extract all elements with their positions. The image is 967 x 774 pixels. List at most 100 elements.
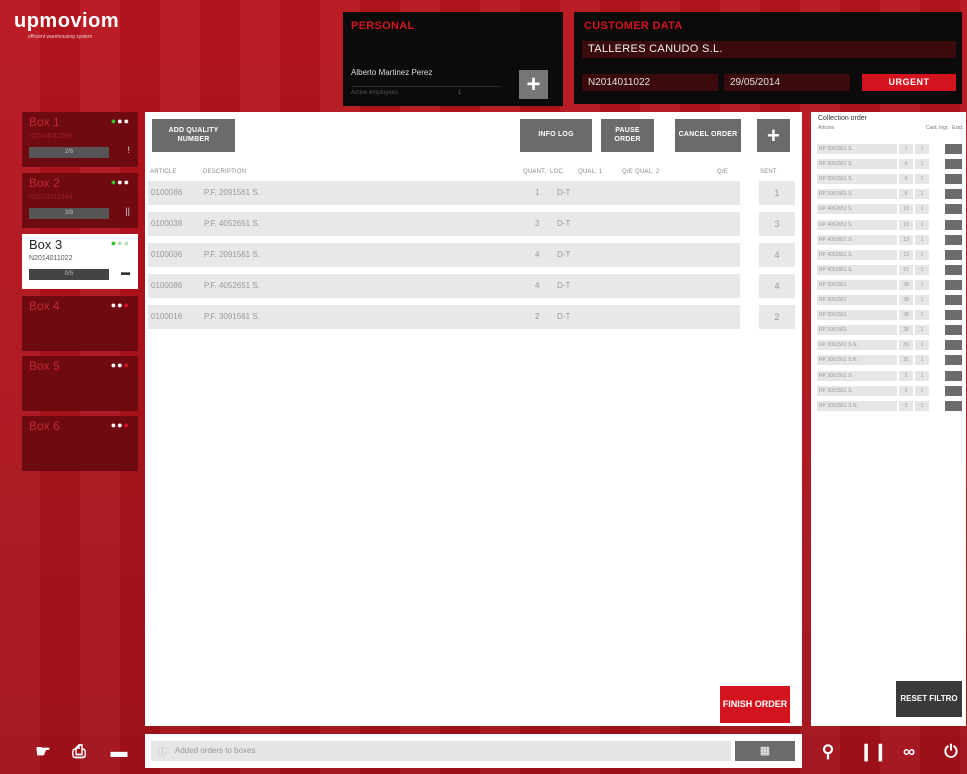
sent-button[interactable]: 3 <box>759 212 795 236</box>
collection-row[interactable]: RP 4052651 S. 21 1 <box>817 264 962 276</box>
calendar-button[interactable]: ▦ <box>735 741 795 761</box>
box-card-2[interactable]: Box 2 ●●● N2014011048 3/8 || <box>22 173 138 228</box>
table-row[interactable]: 0100016 P.F. 3091561 S. 2 D-T <box>148 305 740 329</box>
box-name: Box 2 <box>29 176 60 190</box>
collection-state <box>945 340 962 351</box>
link-icon[interactable]: ∞ <box>896 739 922 765</box>
collection-title: Collection order <box>818 115 868 122</box>
collection-column-header: Cant. <box>926 125 938 131</box>
collection-state <box>945 249 962 260</box>
sent-button[interactable]: 2 <box>759 305 795 329</box>
collection-cell: RP 4052651 S. <box>817 219 897 230</box>
collection-cell: 1 <box>915 325 929 336</box>
table-row[interactable]: 0100038 P.F. 4052651 S. 3 D-T <box>148 212 740 236</box>
personal-divider <box>351 86 501 87</box>
collection-row[interactable]: RP 3091561 S.N. 30 1 <box>817 340 962 351</box>
collection-cell: 1 <box>915 189 929 200</box>
collection-state <box>945 279 962 290</box>
collection-cell: RP 4052651 S. <box>817 249 897 260</box>
sent-button[interactable]: 4 <box>759 274 795 298</box>
box-card-1[interactable]: Box 1 ●●● N2014011006 2/6! <box>22 112 138 167</box>
collection-row[interactable]: RP 3091561 S. 8 1 <box>817 174 962 185</box>
collection-cell: RP 3091561 <box>817 310 897 321</box>
sent-button[interactable]: 1 <box>759 181 795 205</box>
collection-row[interactable]: RP 4052651 S. 13 1 <box>817 204 962 215</box>
collection-cell: 28 <box>899 310 913 321</box>
box-progress: 2/6 <box>29 147 109 158</box>
collection-row[interactable]: RP 3091561 S. 6 1 <box>817 159 962 170</box>
box-card-6[interactable]: Box 6 ●●● <box>22 416 138 471</box>
box-state-icon: || <box>125 206 130 216</box>
collection-row[interactable]: RP 3091561 28 1 <box>817 295 962 306</box>
collection-cell: 3 <box>899 385 913 396</box>
collection-row[interactable]: RP 3091561 28 1 <box>817 310 962 321</box>
pause-icon[interactable]: ❙❙ <box>859 739 888 765</box>
power-icon[interactable]: ⏻ <box>938 739 964 765</box>
add-employee-button[interactable]: + <box>519 70 548 99</box>
collection-row[interactable]: RP 3091561 S.N. 3 1 <box>817 400 962 412</box>
status-dot-icon: ● <box>123 238 130 248</box>
collection-row[interactable]: RP 3091561 S.N. 31 1 <box>817 355 962 366</box>
hand-pointer-icon[interactable]: ☛ <box>30 739 56 765</box>
collection-row[interactable]: RP 3091561 28 1 <box>817 325 962 336</box>
search-icon[interactable]: ⚲ <box>815 739 841 765</box>
box-card-3[interactable]: Box 3 ●●● N2014011022 0/5 ▬ <box>22 234 138 289</box>
cell-loc: D-T <box>557 188 571 197</box>
collection-state <box>945 159 962 170</box>
collection-cell: 1 <box>915 174 929 185</box>
box-state-icon: ▬ <box>121 267 130 277</box>
collection-cell: RP 3091561 S. <box>817 189 897 200</box>
collection-cell: 1 <box>915 219 929 230</box>
collection-row[interactable]: RP 3091561 S. 1 1 <box>817 144 962 155</box>
collection-state <box>945 400 962 411</box>
collection-row[interactable]: RP 3091561 S. 3 1 <box>817 370 962 382</box>
collection-cell: RP 4052651 S. <box>817 264 897 275</box>
pause-order-button[interactable]: PAUSE ORDER <box>601 119 654 152</box>
box-card-4[interactable]: Box 4 ●●● <box>22 296 138 351</box>
customer-panel: CUSTOMER DATA TALLERES CANUDO S.L. N2014… <box>574 12 962 104</box>
collection-cell: RP 3091561 <box>817 325 897 336</box>
cancel-order-button[interactable]: CANCEL ORDER <box>675 119 741 152</box>
cell-article: 0100038 <box>151 219 183 228</box>
collection-row[interactable]: RP 4052651 S. 13 1 <box>817 249 962 261</box>
collection-state <box>945 234 962 245</box>
collection-cell: RP 3091561 S.N. <box>817 355 897 366</box>
box-name: Box 4 <box>29 299 60 313</box>
cell-description: P.F. 4052651 S. <box>204 219 260 228</box>
collection-row[interactable]: RP 3091561 28 1 <box>817 279 962 291</box>
add-quality-number-button[interactable]: ADD QUALITY NUMBER <box>152 119 235 152</box>
cell-article: 0100016 <box>151 312 183 321</box>
collection-state <box>945 174 962 185</box>
table-row[interactable]: 0100086 P.F. 4052651 S. 4 D-T <box>148 274 740 298</box>
collection-row[interactable]: RP 4052651 S. 13 1 <box>817 234 962 246</box>
collection-row[interactable]: RP 3091561 S. 8 1 <box>817 189 962 200</box>
collection-state <box>945 204 962 215</box>
chat-icon[interactable]: ▬ <box>106 739 132 765</box>
box-card-5[interactable]: Box 5 ●●● <box>22 356 138 411</box>
collection-state <box>945 385 962 396</box>
reset-filter-button[interactable]: RESET FILTRO <box>896 681 962 717</box>
box-progress: 0/5 <box>29 269 109 280</box>
collection-row[interactable]: RP 4052651 S. 13 1 <box>817 219 962 231</box>
collection-cell: 13 <box>899 204 913 215</box>
info-icon: ⓘ <box>158 747 168 757</box>
table-row[interactable]: 0100036 P.F. 2091561 S. 4 D-T <box>148 243 740 267</box>
printer-icon[interactable]: ⎙ <box>66 739 92 765</box>
status-text: Added orders to boxes <box>175 746 256 755</box>
collection-cell: 13 <box>899 219 913 230</box>
info-log-button[interactable]: INFO LOG <box>520 119 592 152</box>
add-line-button[interactable]: + <box>757 119 790 152</box>
personal-panel: PERSONAL Alberto Martinez Perez Active e… <box>343 12 563 106</box>
collection-cell: 1 <box>915 340 929 351</box>
column-header: QUAL. 1 <box>578 169 603 175</box>
table-row[interactable]: 0100086 P.F. 2091561 S. 1 D-T <box>148 181 740 205</box>
finish-order-button[interactable]: FINISH ORDER <box>720 686 790 723</box>
status-dots: ●●● <box>111 177 130 187</box>
sent-button[interactable]: 4 <box>759 243 795 267</box>
collection-order-panel: Collection order Articles Cant. Ingr. Estd.… <box>811 112 966 726</box>
box-order-number: N2014011006 <box>29 133 73 140</box>
cell-description: P.F. 4052651 S. <box>204 281 260 290</box>
cell-loc: D-T <box>557 312 571 321</box>
collection-row[interactable]: RP 3091561 S. 3 1 <box>817 385 962 397</box>
collection-cell: 1 <box>915 249 929 260</box>
